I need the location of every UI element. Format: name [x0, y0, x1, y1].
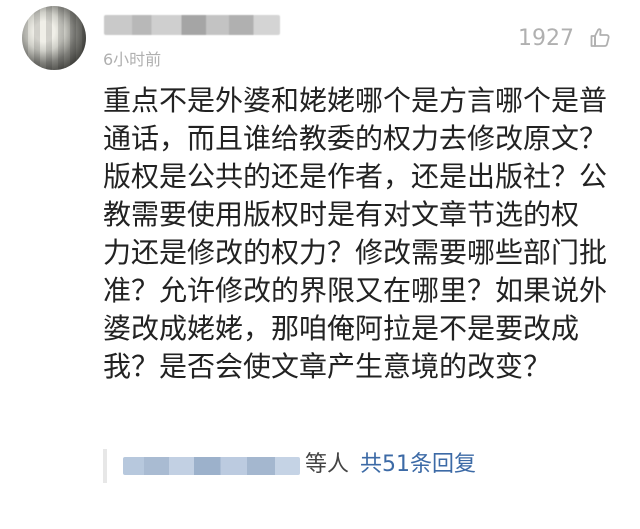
- thumbs-up-icon[interactable]: [588, 26, 612, 50]
- comment-line: 重点不是外婆和姥姥哪个是方言哪个是普: [103, 84, 608, 117]
- comment-timestamp: 6小时前: [103, 50, 162, 69]
- comment-line: 我？是否会使文章产生意境的改变？: [103, 350, 552, 383]
- reply-divider: [103, 449, 107, 483]
- comment-line: 通话，而且谁给教委的权力去修改原文？: [103, 122, 608, 155]
- comment-line: 教需要使用版权时是有对文章节选的权: [103, 198, 580, 231]
- reply-user-blurred[interactable]: [123, 457, 300, 475]
- reply-and-others: 等人: [305, 452, 350, 477]
- username-blurred[interactable]: [104, 15, 280, 35]
- like-count: 1927: [518, 26, 574, 51]
- comment-body: 重点不是外婆和姥姥哪个是方言哪个是普 通话，而且谁给教委的权力去修改原文？ 版权…: [103, 82, 628, 386]
- avatar[interactable]: [22, 6, 86, 70]
- comment-line: 版权是公共的还是作者，还是出版社？公: [103, 160, 608, 193]
- comment-line: 力还是修改的权力？修改需要哪些部门批: [103, 236, 608, 269]
- comment-line: 准？允许修改的界限又在哪里？如果说外: [103, 274, 608, 307]
- comment-line: 婆改成姥姥，那咱俺阿拉是不是要改成: [103, 312, 580, 345]
- avatar-mosaic: [22, 6, 86, 70]
- reply-count-link[interactable]: 共51条回复: [360, 452, 476, 478]
